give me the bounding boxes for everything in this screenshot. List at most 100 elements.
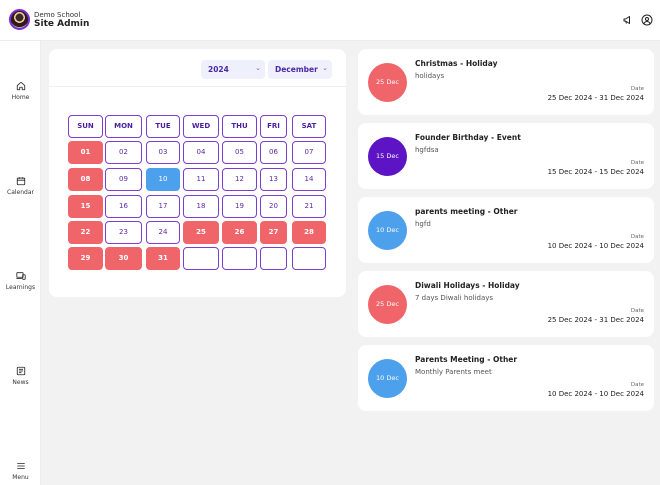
- event-title: Diwali Holidays - Holiday: [415, 281, 520, 290]
- day-cell[interactable]: 03: [146, 141, 180, 164]
- user-circle-icon[interactable]: [641, 14, 653, 26]
- day-cell[interactable]: 21: [292, 195, 326, 218]
- sidebar-item-news[interactable]: News: [0, 366, 41, 386]
- event-date-badge: 10 Dec: [368, 211, 407, 250]
- day-cell[interactable]: 05: [222, 141, 257, 164]
- day-cell[interactable]: 13: [260, 168, 287, 191]
- event-title: parents meeting - Other: [415, 207, 518, 216]
- calendar-toolbar: 2024 ⌄ December ⌄: [49, 49, 346, 87]
- chevron-down-icon: ⌄: [255, 64, 261, 72]
- event-card[interactable]: 10 Dec Parents Meeting - Other Monthly Par…: [358, 345, 654, 411]
- event-card[interactable]: 10 Dec parents meeting - Other hgfd Date 10 …: [358, 197, 654, 263]
- sidebar-item-label: Learnings: [5, 284, 36, 291]
- day-cell[interactable]: 16: [105, 195, 142, 218]
- event-date-badge: 25 Dec: [368, 285, 407, 324]
- day-cell[interactable]: 24: [146, 221, 180, 244]
- sidebar-item-label: News: [12, 379, 29, 386]
- day-cell[interactable]: 29: [68, 247, 103, 270]
- event-date-badge: 25 Dec: [368, 63, 407, 102]
- weekday-header: TUE: [146, 115, 180, 138]
- weekday-header: SUN: [68, 115, 103, 138]
- month-value: December: [275, 65, 318, 74]
- day-cell[interactable]: 01: [68, 141, 103, 164]
- sidebar-item-label: Menu: [12, 474, 29, 481]
- event-description: holidays: [415, 72, 445, 80]
- day-cell[interactable]: 04: [183, 141, 219, 164]
- day-cell[interactable]: 17: [146, 195, 180, 218]
- day-cell[interactable]: 22: [68, 221, 103, 244]
- event-date-label: Date: [630, 86, 644, 92]
- event-date-range: 10 Dec 2024 - 10 Dec 2024: [547, 242, 644, 250]
- event-card[interactable]: 25 Dec Christmas - Holiday holidays Date 25 …: [358, 49, 654, 115]
- megaphone-icon[interactable]: [622, 14, 634, 26]
- day-cell[interactable]: 30: [105, 247, 142, 270]
- day-cell[interactable]: 26: [222, 221, 257, 244]
- event-date-range: 25 Dec 2024 - 31 Dec 2024: [547, 94, 644, 102]
- calendar-icon: [16, 177, 25, 186]
- event-title: Parents Meeting - Other: [415, 355, 518, 364]
- day-cell[interactable]: 31: [146, 247, 180, 270]
- day-cell[interactable]: 09: [105, 168, 142, 191]
- sidebar-item-calendar[interactable]: Calendar: [0, 176, 41, 196]
- day-cell[interactable]: 19: [222, 195, 257, 218]
- day-cell[interactable]: 11: [183, 168, 219, 191]
- day-cell[interactable]: 27: [260, 221, 287, 244]
- calendar-panel: 2024 ⌄ December ⌄ SUN MON TUE WED THU FRI SAT 0…: [49, 49, 346, 297]
- day-cell[interactable]: 15: [68, 195, 103, 218]
- event-date-badge: 10 Dec: [368, 359, 407, 398]
- weekday-header: SAT: [292, 115, 326, 138]
- empty-day-cell: [222, 247, 257, 270]
- empty-day-cell: [292, 247, 326, 270]
- event-description: Monthly Parents meet: [415, 368, 492, 376]
- day-cell[interactable]: 28: [292, 221, 326, 244]
- day-cell[interactable]: 02: [105, 141, 142, 164]
- event-title: Christmas - Holiday: [415, 59, 498, 68]
- event-date-label: Date: [630, 234, 644, 240]
- empty-day-cell: [183, 247, 219, 270]
- day-cell[interactable]: 20: [260, 195, 287, 218]
- event-title: Founder Birthday - Event: [415, 133, 521, 142]
- event-date-range: 10 Dec 2024 - 10 Dec 2024: [547, 390, 644, 398]
- sidebar: Home Calendar Learnings News Menu: [0, 41, 41, 485]
- day-cell[interactable]: 23: [105, 221, 142, 244]
- day-cell[interactable]: 06: [260, 141, 287, 164]
- day-cell[interactable]: 10: [146, 168, 180, 191]
- sidebar-item-menu[interactable]: Menu: [0, 461, 41, 481]
- news-icon: [16, 366, 25, 376]
- event-date-range: 25 Dec 2024 - 31 Dec 2024: [547, 316, 644, 324]
- school-name: Demo School: [34, 11, 81, 19]
- sidebar-item-label: Calendar: [7, 189, 34, 196]
- event-date-label: Date: [630, 382, 644, 388]
- day-cell[interactable]: 08: [68, 168, 103, 191]
- avatar[interactable]: [9, 9, 30, 30]
- event-description: 7 days Diwali holidays: [415, 294, 494, 302]
- day-cell[interactable]: 25: [183, 221, 219, 244]
- sidebar-item-label: Home: [11, 94, 30, 101]
- year-value: 2024: [208, 65, 229, 74]
- devices-icon: [15, 272, 26, 280]
- event-date-label: Date: [630, 160, 644, 166]
- top-header: Demo School Site Admin: [0, 0, 660, 41]
- admin-name: Site Admin: [34, 19, 90, 29]
- event-description: hgfd: [415, 220, 431, 228]
- home-icon: [16, 81, 25, 91]
- event-card[interactable]: 15 Dec Founder Birthday - Event hgfdsa Date…: [358, 123, 654, 189]
- weekday-header: WED: [183, 115, 219, 138]
- sidebar-item-home[interactable]: Home: [0, 81, 41, 101]
- event-date-range: 15 Dec 2024 - 15 Dec 2024: [547, 168, 644, 176]
- chevron-down-icon: ⌄: [322, 64, 328, 72]
- day-cell[interactable]: 07: [292, 141, 326, 164]
- weekday-header: FRI: [260, 115, 287, 138]
- empty-day-cell: [260, 247, 287, 270]
- event-date-badge: 15 Dec: [368, 137, 407, 176]
- weekday-header: THU: [222, 115, 257, 138]
- day-cell[interactable]: 14: [292, 168, 326, 191]
- event-description: hgfdsa: [415, 146, 439, 154]
- year-select[interactable]: 2024 ⌄: [201, 60, 265, 79]
- day-cell[interactable]: 18: [183, 195, 219, 218]
- weekday-header: MON: [105, 115, 142, 138]
- month-select[interactable]: December ⌄: [268, 60, 332, 79]
- sidebar-item-learnings[interactable]: Learnings: [0, 271, 41, 291]
- event-card[interactable]: 25 Dec Diwali Holidays - Holiday 7 days Di…: [358, 271, 654, 337]
- day-cell[interactable]: 12: [222, 168, 257, 191]
